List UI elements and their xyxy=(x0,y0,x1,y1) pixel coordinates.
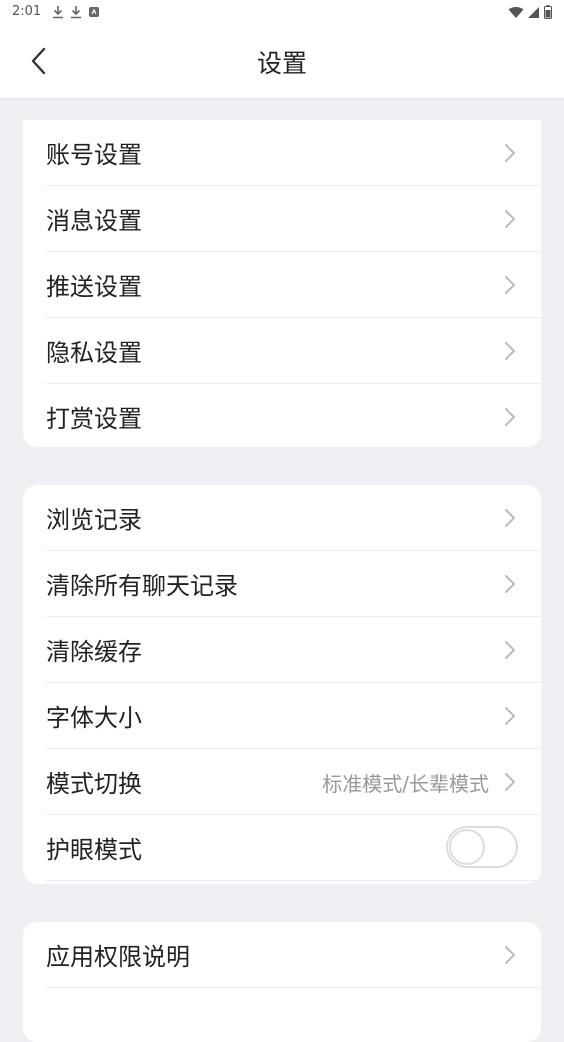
status-bar: 2:01 xyxy=(0,0,564,24)
signal-icon xyxy=(528,6,539,18)
setting-label: 打赏设置 xyxy=(46,405,142,433)
chevron-right-icon xyxy=(505,641,515,659)
setting-browse-history[interactable]: 浏览记录 xyxy=(46,485,541,551)
chevron-right-icon xyxy=(505,210,515,228)
setting-clear-chat[interactable]: 清除所有聊天记录 xyxy=(46,551,541,617)
setting-label: 护眼模式 xyxy=(46,836,142,864)
setting-label: 清除缓存 xyxy=(46,638,142,666)
settings-group-about: 应用权限说明 xyxy=(23,922,541,1042)
settings-group-account: 账号设置 消息设置 推送设置 隐私设置 打赏设置 xyxy=(23,120,541,447)
chevron-right-icon xyxy=(505,946,515,964)
page-title: 设置 xyxy=(256,49,307,78)
setting-label: 消息设置 xyxy=(46,207,142,235)
app-header: 设置 xyxy=(0,24,564,99)
setting-clear-cache[interactable]: 清除缓存 xyxy=(46,617,541,683)
setting-label: 应用权限说明 xyxy=(46,943,190,971)
setting-eye-care: 护眼模式 xyxy=(46,815,541,881)
setting-label: 账号设置 xyxy=(46,141,142,169)
chevron-right-icon xyxy=(505,408,515,426)
setting-message[interactable]: 消息设置 xyxy=(46,186,541,252)
chevron-right-icon xyxy=(505,276,515,294)
setting-mode-switch[interactable]: 模式切换 标准模式/长辈模式 xyxy=(46,749,541,815)
chevron-right-icon xyxy=(505,509,515,527)
chevron-right-icon xyxy=(505,575,515,593)
chevron-right-icon xyxy=(505,342,515,360)
setting-label: 模式切换 xyxy=(46,770,142,798)
eye-care-toggle[interactable] xyxy=(446,826,518,868)
setting-label: 推送设置 xyxy=(46,273,142,301)
battery-icon xyxy=(544,5,552,19)
chevron-right-icon xyxy=(505,773,515,791)
status-time: 2:01 xyxy=(12,4,42,19)
settings-group-general: 浏览记录 清除所有聊天记录 清除缓存 字体大小 模式切换 标准模式/长辈模式 护… xyxy=(23,485,541,884)
setting-label: 字体大小 xyxy=(46,704,142,732)
status-notification-icons xyxy=(52,5,100,19)
setting-font-size[interactable]: 字体大小 xyxy=(46,683,541,749)
setting-label: 浏览记录 xyxy=(46,506,142,534)
chevron-right-icon xyxy=(505,144,515,162)
wifi-icon xyxy=(508,6,524,18)
setting-value: 标准模式/长辈模式 xyxy=(322,772,489,796)
app-notification-icon xyxy=(89,7,99,17)
setting-account[interactable]: 账号设置 xyxy=(46,120,541,186)
toggle-knob xyxy=(449,829,485,865)
chevron-right-icon xyxy=(505,707,515,725)
download-icon xyxy=(53,6,63,19)
setting-label: 隐私设置 xyxy=(46,339,142,367)
download-icon xyxy=(71,6,81,19)
setting-reward[interactable]: 打赏设置 xyxy=(46,384,541,447)
setting-app-permissions[interactable]: 应用权限说明 xyxy=(46,922,541,988)
setting-label: 清除所有聊天记录 xyxy=(46,572,238,600)
status-system-icons xyxy=(508,5,552,19)
setting-privacy[interactable]: 隐私设置 xyxy=(46,318,541,384)
setting-push[interactable]: 推送设置 xyxy=(46,252,541,318)
